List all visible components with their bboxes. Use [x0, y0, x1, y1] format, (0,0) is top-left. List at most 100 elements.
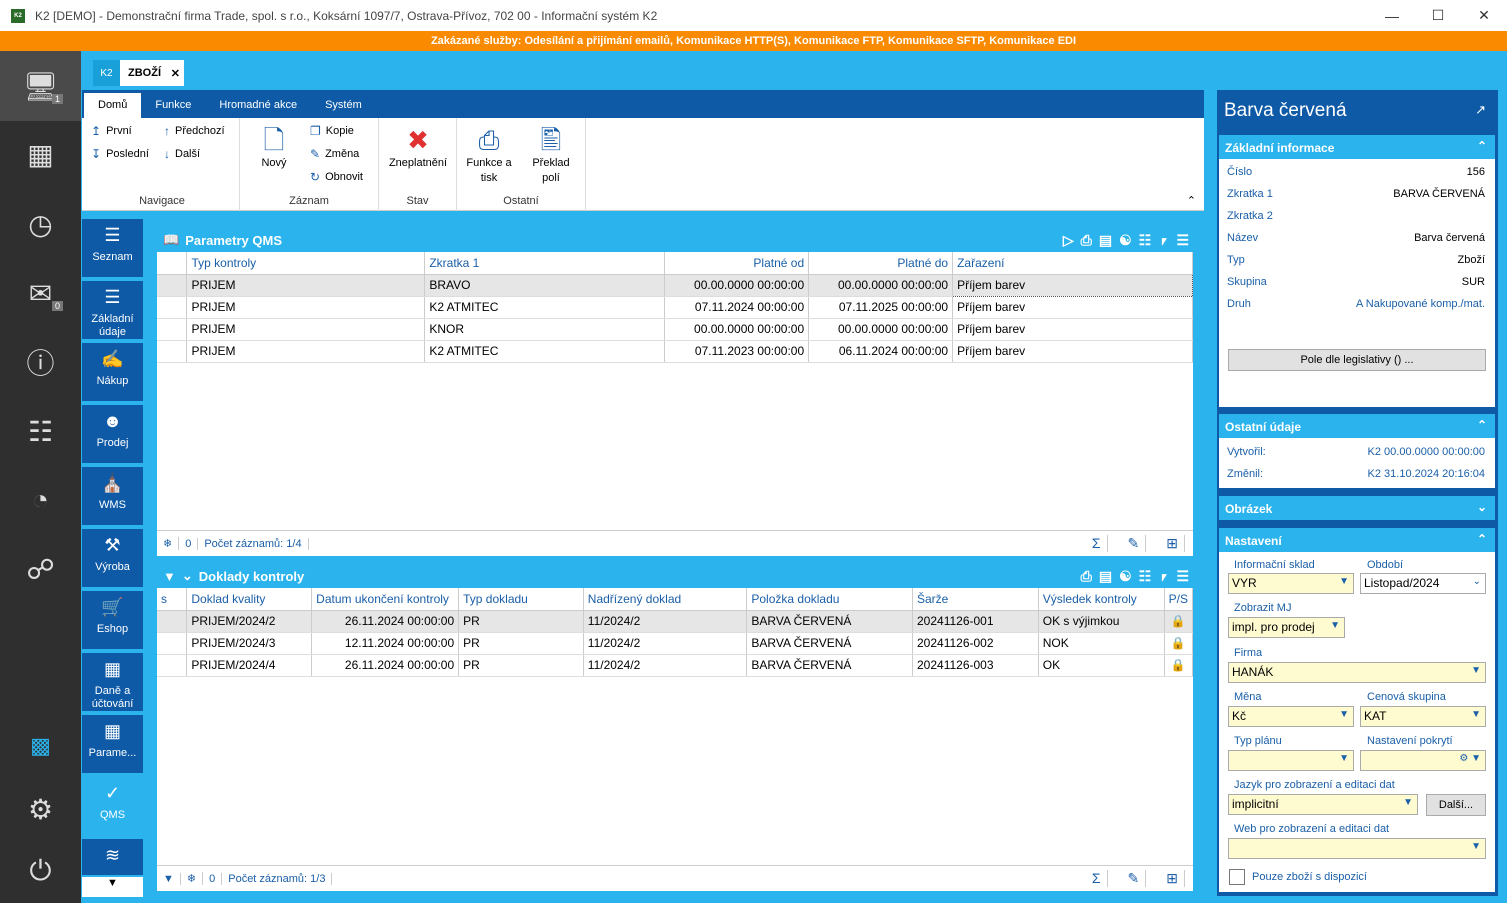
section-image[interactable]: Obrázek ⌄	[1219, 496, 1495, 520]
close-window-icon[interactable]: ✕	[1461, 0, 1507, 31]
column-header[interactable]: Typ dokladu	[458, 588, 584, 611]
table-row[interactable]: PRIJEM KNOR 00.00.0000 00:00:00 00.00.0000 …	[157, 318, 1193, 341]
module-dane[interactable]: ▦ Daně a účtování	[82, 653, 143, 713]
table-row[interactable]: PRIJEM/2024/3 12.11.2024 00:00:00 PR 11/202…	[157, 632, 1194, 655]
section-settings[interactable]: Nastavení ⌃	[1219, 528, 1495, 552]
add-record-icon[interactable]: ⊞	[1160, 535, 1185, 552]
module-eshop[interactable]: 🛒 Eshop	[82, 591, 143, 651]
copy-button[interactable]: ❐ Kopie	[310, 124, 354, 138]
module-parametry[interactable]: ▦ Parame...	[82, 715, 143, 775]
export-icon[interactable]: ⎖	[1158, 232, 1169, 249]
language-select[interactable]: implicitní ▼	[1228, 794, 1418, 815]
web-select[interactable]: ▼	[1228, 838, 1486, 859]
add-record-icon[interactable]: ⊞	[1160, 870, 1185, 887]
coverage-select[interactable]: ⚙ ▼	[1360, 750, 1486, 771]
module-zakladni-udaje[interactable]: ☰ Základní údaje	[82, 281, 143, 341]
column-header[interactable]: Nadřízený doklad	[583, 588, 748, 611]
module-qms[interactable]: ✓ QMS	[82, 777, 143, 837]
history-icon[interactable]: ◷	[0, 189, 81, 259]
scroll-down-icon[interactable]: ▼	[82, 877, 143, 899]
play-icon[interactable]: ▷	[1063, 232, 1074, 249]
section-other-info[interactable]: Ostatní údaje ⌃	[1219, 414, 1495, 438]
column-header[interactable]: Zařazení	[952, 252, 1193, 275]
firm-select[interactable]: HANÁK ▼	[1228, 662, 1486, 683]
column-header[interactable]: Položka dokladu	[746, 588, 913, 611]
menu-icon[interactable]: ☰	[1176, 568, 1189, 585]
network-icon[interactable]: ☍	[0, 534, 81, 604]
snowflake-icon[interactable]: ❄	[157, 537, 180, 550]
section-basic-info[interactable]: Základní informace ⌃	[1219, 135, 1495, 159]
column-header[interactable]: s	[157, 588, 188, 611]
collapse-ribbon-icon[interactable]: ⌃	[1187, 194, 1196, 207]
previous-button[interactable]: ↑ Předchozí	[164, 124, 225, 138]
new-button[interactable]: 🗋 Nový	[254, 124, 294, 171]
table-row[interactable]: PRIJEM/2024/2 26.11.2024 00:00:00 PR 11/202…	[157, 610, 1194, 633]
hierarchy-icon[interactable]: ☯	[1119, 568, 1132, 585]
column-header[interactable]: Šarže	[912, 588, 1039, 611]
field-translation-button[interactable]: 🖺 Překlad polí	[523, 124, 579, 186]
sum-icon[interactable]: Σ	[1086, 535, 1108, 552]
info-icon[interactable]: ⓘ	[0, 327, 81, 397]
minimize-icon[interactable]: —	[1369, 0, 1415, 31]
column-header[interactable]: Platné od	[664, 252, 810, 275]
tab-system[interactable]: Systém	[311, 90, 376, 118]
plan-type-select[interactable]: ▼	[1228, 750, 1354, 771]
last-button[interactable]: ↧ Poslední	[91, 147, 149, 161]
chart-pie-icon[interactable]: ◔	[0, 465, 81, 535]
column-header[interactable]: Platné do	[808, 252, 954, 275]
period-select[interactable]: Listopad/2024 ⌄	[1360, 573, 1486, 594]
hierarchy-icon[interactable]: ☯	[1119, 232, 1132, 249]
close-tab-icon[interactable]: ✕	[171, 67, 180, 80]
table-row[interactable]: PRIJEM/2024/4 26.11.2024 00:00:00 PR 11/202…	[157, 654, 1194, 677]
available-only-checkbox[interactable]	[1229, 869, 1245, 885]
invalidate-button[interactable]: ✖ Zneplatnění	[383, 124, 453, 171]
columns-icon[interactable]: ☷	[1139, 568, 1152, 585]
module-seznam[interactable]: ☰ Seznam	[82, 219, 143, 279]
info-store-select[interactable]: VYR ▼	[1228, 573, 1354, 594]
column-header[interactable]: Výsledek kontroly	[1038, 588, 1165, 611]
column-header[interactable]: Typ kontroly	[186, 252, 426, 275]
filter-icon[interactable]: ▼	[163, 569, 176, 584]
table-row[interactable]: PRIJEM BRAVO 00.00.0000 00:00:00 00.00.0000…	[157, 273, 1193, 297]
messages-icon[interactable]: ✉ 0	[0, 258, 81, 328]
legislation-fields-button[interactable]: Pole dle legislativy () ...	[1228, 349, 1486, 371]
table-row[interactable]: PRIJEM K2 ATMITEC 07.11.2024 00:00:00 07.11…	[157, 296, 1193, 319]
column-header[interactable]: Zkratka 1	[424, 252, 666, 275]
external-link-icon[interactable]: ↗	[1475, 102, 1486, 118]
filter-icon[interactable]: ▼	[157, 872, 181, 885]
functions-print-button[interactable]: ⎙ Funkce a tisk	[463, 124, 515, 186]
menu-icon[interactable]: ☰	[1176, 232, 1189, 249]
apps-grid-icon[interactable]: ▦	[0, 119, 81, 189]
module-nakup[interactable]: ✍ Nákup	[82, 343, 143, 403]
power-icon[interactable]: ⏻	[0, 836, 81, 906]
snowflake-icon[interactable]: ❄	[181, 872, 204, 885]
edit-icon[interactable]: ✎	[1122, 535, 1147, 552]
edit-icon[interactable]: ✎	[1122, 870, 1147, 887]
tab-funkce[interactable]: Funkce	[141, 90, 205, 118]
table-row[interactable]: PRIJEM K2 ATMITEC 07.11.2023 00:00:00 06.11…	[157, 340, 1193, 363]
next-button[interactable]: ↓ Další	[164, 147, 200, 161]
gear-icon[interactable]: ⚙	[0, 774, 81, 844]
chart-icon[interactable]: ▤	[1099, 568, 1112, 585]
price-group-select[interactable]: KAT ▼	[1360, 706, 1486, 727]
tab-k2[interactable]: K2	[93, 60, 120, 86]
module-more[interactable]: ≋	[82, 839, 143, 877]
module-prodej[interactable]: ☻ Prodej	[82, 405, 143, 465]
more-button[interactable]: Další...	[1426, 794, 1486, 816]
tab-zbozi[interactable]: ZBOŽÍ ✕	[120, 60, 184, 86]
refresh-button[interactable]: ↻ Obnovit	[310, 170, 363, 184]
column-header[interactable]: P/S	[1164, 588, 1194, 611]
export-icon[interactable]: ⎖	[1158, 568, 1169, 585]
tab-hromadne-akce[interactable]: Hromadné akce	[205, 90, 311, 118]
module-vyroba[interactable]: ⚒ Výroba	[82, 529, 143, 589]
first-button[interactable]: ↥ První	[91, 124, 132, 138]
change-button[interactable]: ✎ Změna	[310, 147, 359, 161]
desktop-icon[interactable]: 🖥 1	[0, 51, 81, 121]
chevron-down-icon[interactable]: ⌄	[182, 568, 193, 584]
sum-icon[interactable]: Σ	[1086, 870, 1108, 887]
calendar-icon[interactable]: ☷	[0, 396, 81, 466]
printer-icon[interactable]: ⎙	[1081, 232, 1092, 249]
printer-icon[interactable]: ⎙	[1081, 568, 1092, 585]
tab-domu[interactable]: Domů	[84, 93, 142, 118]
columns-icon[interactable]: ☷	[1139, 232, 1152, 249]
